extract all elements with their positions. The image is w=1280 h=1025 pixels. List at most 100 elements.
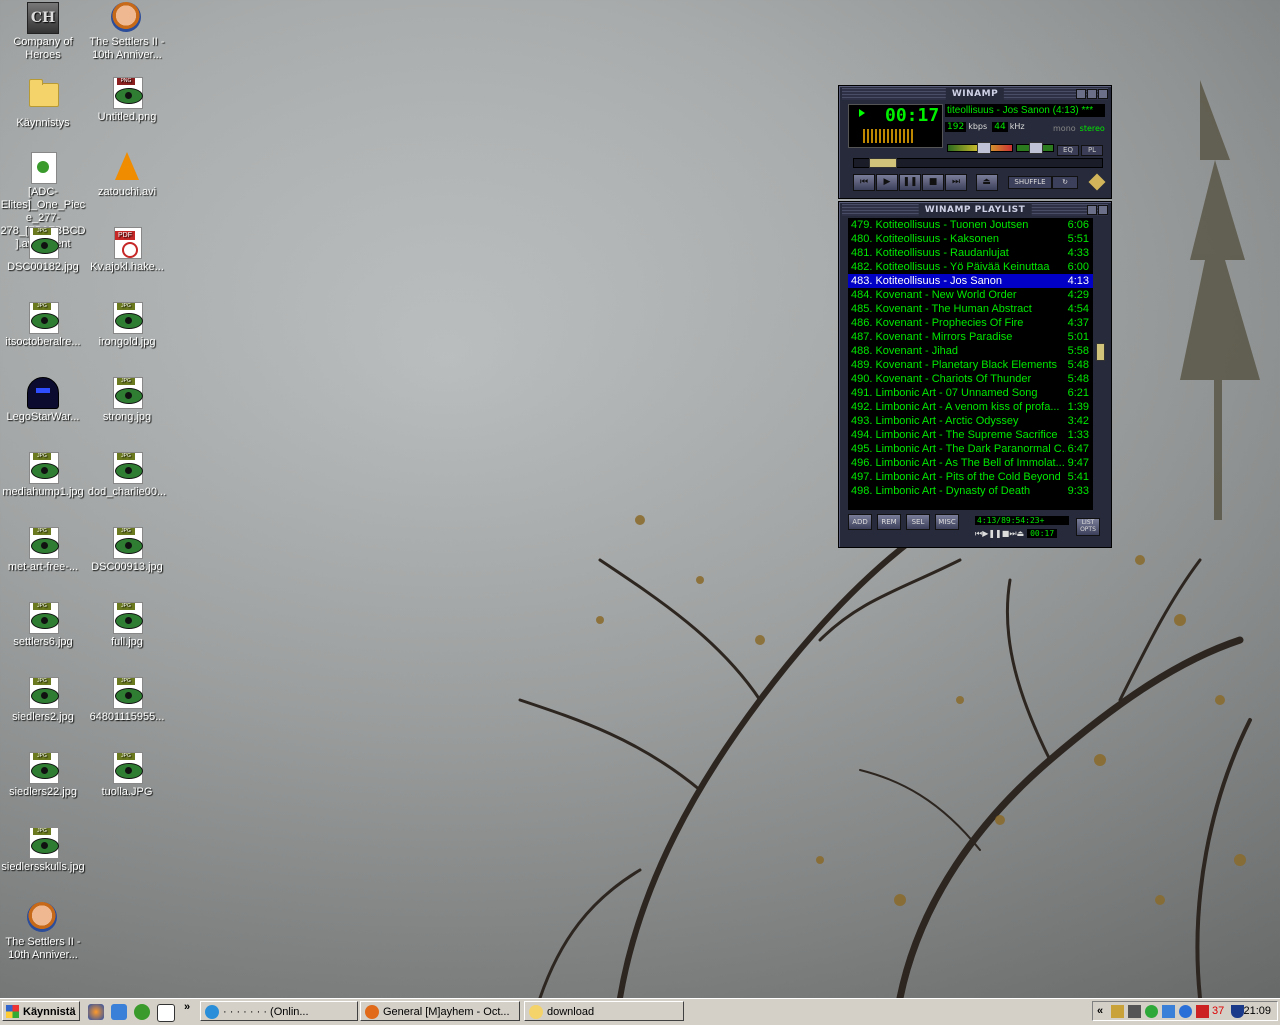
clock[interactable]: 21:09 — [1243, 1002, 1271, 1020]
playlist[interactable]: 479. Kotiteollisuus - Tuonen Joutsen 6:06… — [848, 218, 1093, 510]
balance-knob[interactable] — [1029, 142, 1043, 154]
volume-slider[interactable] — [947, 142, 1013, 154]
select-button[interactable]: SEL — [906, 514, 930, 530]
repeat-button[interactable]: ↻ — [1052, 176, 1078, 189]
taskbar-button[interactable]: General [M]ayhem - Oct... — [360, 1001, 520, 1021]
playlist-row[interactable]: 493. Limbonic Art - Arctic Odyssey 3:42 — [848, 414, 1093, 428]
play-button[interactable]: ▶ — [876, 174, 898, 191]
desktop-icon[interactable]: JPG met-art-free-... — [0, 527, 86, 574]
seek-knob[interactable] — [868, 158, 897, 168]
quicklaunch-more-icon[interactable]: » — [184, 1001, 190, 1013]
taskbar-button[interactable]: download — [524, 1001, 684, 1021]
playlist-row[interactable]: 483. Kotiteollisuus - Jos Sanon 4:13 — [848, 274, 1093, 288]
desktop-icon[interactable]: JPG siedlersskulls.jpg — [0, 827, 86, 874]
winamp-playlist-window[interactable]: WINAMP PLAYLIST 479. Kotiteollisuus - Tu… — [838, 201, 1112, 548]
desktop-icon[interactable]: JPG tuolla.JPG — [84, 752, 170, 799]
stop-button[interactable]: ■ — [922, 174, 944, 191]
playlist-row[interactable]: 494. Limbonic Art - The Supreme Sacrific… — [848, 428, 1093, 442]
utorrent-quicklaunch-icon[interactable] — [134, 1004, 150, 1020]
tray-messenger-icon[interactable] — [1179, 1005, 1192, 1018]
pl-toggle-button[interactable]: PL — [1081, 145, 1103, 156]
desktop-icon[interactable]: JPG irongold.jpg — [84, 302, 170, 349]
add-button[interactable]: ADD — [848, 514, 872, 530]
desktop-icon[interactable]: JPG itsoctoberalre... — [0, 302, 86, 349]
misc-button[interactable]: MISC — [935, 514, 959, 530]
eject-button[interactable]: ⏏ — [975, 174, 998, 191]
desktop-icon[interactable]: JPG dod_charlie00... — [84, 452, 170, 499]
remove-button[interactable]: REM — [877, 514, 901, 530]
list-options-button[interactable]: LIST OPTS — [1076, 518, 1100, 536]
playlist-row[interactable]: 498. Limbonic Art - Dynasty of Death 9:33 — [848, 484, 1093, 498]
desktop-icon[interactable]: The Settlers II - 10th Anniver... — [84, 2, 170, 62]
pause-button[interactable]: ❚❚ — [899, 174, 921, 191]
eq-toggle-button[interactable]: EQ — [1057, 145, 1079, 156]
tray-k-icon[interactable] — [1196, 1005, 1209, 1018]
balance-slider[interactable] — [1016, 142, 1054, 154]
minimize-button[interactable] — [1076, 89, 1086, 99]
winamp-logo-icon[interactable] — [1088, 173, 1106, 191]
visualizer[interactable] — [863, 129, 913, 143]
tray-shield-icon[interactable] — [1231, 1005, 1244, 1018]
desktop-icon[interactable]: zatouchi.avi — [84, 152, 170, 199]
next-button[interactable]: ⏭ — [945, 174, 967, 191]
elapsed-time[interactable]: 00:17 — [885, 105, 939, 126]
playlist-titlebar[interactable]: WINAMP PLAYLIST — [842, 204, 1108, 216]
desktop-icon[interactable]: JPG 64801115955... — [84, 677, 170, 724]
desktop-icon[interactable]: CH Company of Heroes — [0, 2, 86, 62]
playlist-row[interactable]: 491. Limbonic Art - 07 Unnamed Song 6:21 — [848, 386, 1093, 400]
tray-tool-icon[interactable] — [1162, 1005, 1175, 1018]
playlist-row[interactable]: 495. Limbonic Art - The Dark Paranormal … — [848, 442, 1093, 456]
desktop-icon[interactable]: JPG full.jpg — [84, 602, 170, 649]
song-ticker[interactable]: titeollisuus - Jos Sanon (4:13) *** — [945, 104, 1105, 117]
winamp-titlebar[interactable]: WINAMP — [842, 88, 1108, 100]
playlist-scrollbar[interactable] — [1096, 218, 1105, 510]
mini-controls-icon[interactable]: ⏮▶❚❚■⏭⏏ — [975, 529, 1024, 538]
playlist-row[interactable]: 487. Kovenant - Mirrors Paradise 5:01 — [848, 330, 1093, 344]
show-desktop-quicklaunch-icon[interactable] — [157, 1004, 175, 1022]
desktop-icon[interactable]: JPG DSC00182.jpg — [0, 227, 86, 274]
playlist-row[interactable]: 484. Kovenant - New World Order 4:29 — [848, 288, 1093, 302]
previous-button[interactable]: ⏮ — [853, 174, 875, 191]
taskbar-button[interactable]: · · · · · · · (Onlin... — [200, 1001, 358, 1021]
playlist-row[interactable]: 482. Kotiteollisuus - Yö Päivää Keinutta… — [848, 260, 1093, 274]
tray-expand-icon[interactable]: « — [1097, 1002, 1103, 1020]
desktop-icon[interactable]: JPG settlers6.jpg — [0, 602, 86, 649]
desktop-icon[interactable]: JPG mediahump1.jpg — [0, 452, 86, 499]
shade-button[interactable] — [1087, 89, 1097, 99]
desktop-icon[interactable]: PNG Untitled.png — [84, 77, 170, 124]
playlist-shade-button[interactable] — [1087, 205, 1097, 215]
winamp-main-window[interactable]: WINAMP 00:17 titeollisuus - Jos Sanon (4… — [838, 85, 1112, 199]
close-button[interactable] — [1098, 89, 1108, 99]
tray-pen-icon[interactable] — [1111, 1005, 1124, 1018]
scroll-thumb[interactable] — [1096, 343, 1105, 361]
ie-quicklaunch-icon[interactable] — [111, 1004, 127, 1020]
volume-knob[interactable] — [976, 142, 991, 154]
playlist-row[interactable]: 479. Kotiteollisuus - Tuonen Joutsen 6:06 — [848, 218, 1093, 232]
desktop-icon[interactable]: JPG DSC00913.jpg — [84, 527, 170, 574]
time-display[interactable]: 00:17 — [848, 104, 943, 148]
playlist-row[interactable]: 497. Limbonic Art - Pits of the Cold Bey… — [848, 470, 1093, 484]
playlist-row[interactable]: 480. Kotiteollisuus - Kaksonen 5:51 — [848, 232, 1093, 246]
tray-check-icon[interactable] — [1145, 1005, 1158, 1018]
playlist-row[interactable]: 488. Kovenant - Jihad 5:58 — [848, 344, 1093, 358]
desktop-icon[interactable]: The Settlers II - 10th Anniver... — [0, 902, 86, 962]
firefox-quicklaunch-icon[interactable] — [88, 1004, 104, 1020]
mini-transport[interactable]: ⏮▶❚❚■⏭⏏ 00:17 — [975, 529, 1058, 539]
playlist-row[interactable]: 485. Kovenant - The Human Abstract 4:54 — [848, 302, 1093, 316]
start-button[interactable]: Käynnistä — [2, 1001, 80, 1021]
desktop-icon[interactable]: JPG strong.jpg — [84, 377, 170, 424]
playlist-row[interactable]: 489. Kovenant - Planetary Black Elements… — [848, 358, 1093, 372]
playlist-row[interactable]: 496. Limbonic Art - As The Bell of Immol… — [848, 456, 1093, 470]
playlist-row[interactable]: 481. Kotiteollisuus - Raudanlujat 4:33 — [848, 246, 1093, 260]
desktop-icon[interactable]: JPG siedlers22.jpg — [0, 752, 86, 799]
playlist-row[interactable]: 490. Kovenant - Chariots Of Thunder 5:48 — [848, 372, 1093, 386]
seek-bar[interactable] — [853, 158, 1103, 168]
playlist-close-button[interactable] — [1098, 205, 1108, 215]
tray-network-icon[interactable] — [1128, 1005, 1141, 1018]
desktop-icon[interactable]: JPG siedlers2.jpg — [0, 677, 86, 724]
desktop-icon[interactable]: LegoStarWar... — [0, 377, 86, 424]
shuffle-button[interactable]: SHUFFLE — [1008, 176, 1052, 189]
playlist-row[interactable]: 486. Kovenant - Prophecies Of Fire 4:37 — [848, 316, 1093, 330]
playlist-row[interactable]: 492. Limbonic Art - A venom kiss of prof… — [848, 400, 1093, 414]
desktop-icon[interactable]: Käynnistys — [0, 77, 86, 130]
